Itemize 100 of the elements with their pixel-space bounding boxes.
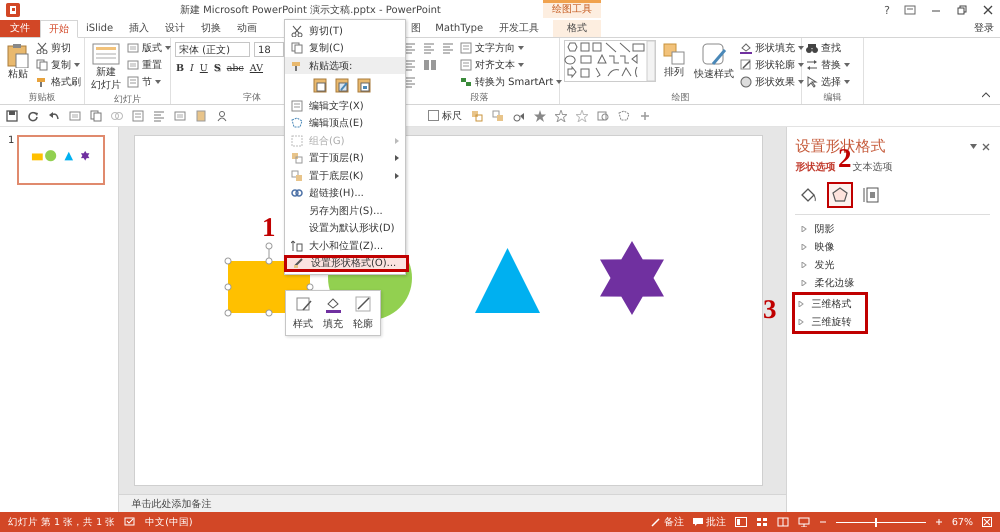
ribbon-tab[interactable]: 动画 bbox=[229, 20, 266, 37]
save-icon[interactable] bbox=[6, 110, 18, 122]
paste-option-button[interactable] bbox=[313, 77, 327, 93]
star-icon[interactable] bbox=[534, 110, 546, 122]
menu-item[interactable]: 设置形状格式(O)... bbox=[284, 254, 409, 272]
grid-icon[interactable] bbox=[471, 110, 483, 122]
paste-option-button[interactable] bbox=[335, 77, 349, 93]
ribbon-tab[interactable]: 格式 bbox=[553, 20, 602, 37]
character-spacing-button[interactable]: AV bbox=[248, 63, 264, 74]
decrease-indent-icon[interactable] bbox=[404, 42, 418, 54]
paste-option-button[interactable] bbox=[357, 77, 371, 93]
notes-button[interactable]: 备注 bbox=[650, 515, 684, 529]
star-icon[interactable] bbox=[576, 110, 588, 122]
text-box-icon[interactable] bbox=[132, 110, 144, 122]
quick-styles-button[interactable]: 快速样式 bbox=[692, 40, 736, 83]
arrange-icon[interactable] bbox=[90, 110, 102, 122]
edit-points-icon[interactable] bbox=[618, 110, 630, 122]
close-icon[interactable] bbox=[982, 5, 994, 15]
slideshow-icon[interactable] bbox=[798, 517, 810, 527]
reset-button[interactable]: 重置 bbox=[127, 57, 171, 72]
shadow-button[interactable]: S bbox=[212, 63, 222, 74]
columns-icon[interactable] bbox=[423, 59, 437, 71]
help-button[interactable]: ? bbox=[884, 4, 890, 16]
pane-tab[interactable]: 形状选项 bbox=[795, 160, 836, 174]
ribbon-tab[interactable]: MathType bbox=[427, 20, 492, 37]
menu-item[interactable]: 大小和位置(Z)... bbox=[285, 237, 405, 254]
mini-toolbar-button[interactable]: 填充 bbox=[321, 296, 345, 331]
mini-toolbar-button[interactable]: 轮廓 bbox=[351, 296, 375, 331]
strikethrough-button[interactable]: abc bbox=[226, 63, 245, 74]
shape-outline-button[interactable]: 形状轮廓 bbox=[740, 57, 804, 72]
language-indicator[interactable]: 中文(中国) bbox=[145, 516, 193, 528]
ribbon-tab[interactable]: 图 bbox=[405, 20, 428, 37]
spelling-icon[interactable] bbox=[124, 517, 136, 527]
collapse-ribbon-icon[interactable] bbox=[982, 92, 990, 98]
reading-view-icon[interactable] bbox=[776, 517, 789, 527]
shape-gallery[interactable] bbox=[564, 40, 656, 82]
section-header[interactable]: 发光 bbox=[795, 256, 990, 274]
triangle-shape[interactable] bbox=[475, 248, 540, 313]
menu-item[interactable]: 复制(C) bbox=[285, 40, 405, 57]
star-icon[interactable] bbox=[555, 110, 567, 122]
zoom-level[interactable]: 67% bbox=[952, 516, 973, 528]
menu-item[interactable]: 另存为图片(S)... bbox=[285, 202, 405, 220]
slide-sorter-icon[interactable] bbox=[756, 517, 768, 527]
section-header[interactable]: 阴影 bbox=[795, 220, 990, 238]
justify-icon[interactable] bbox=[404, 59, 418, 71]
section-header[interactable]: 三维格式 bbox=[795, 295, 866, 313]
sign-in-link[interactable]: 登录 bbox=[968, 20, 1000, 37]
section-header[interactable]: 三维旋转 bbox=[795, 313, 866, 331]
layout-button[interactable]: 版式 bbox=[127, 40, 171, 55]
find-button[interactable]: 查找 bbox=[806, 40, 850, 55]
section-button[interactable]: 节 bbox=[127, 74, 171, 89]
select-button[interactable]: 选择 bbox=[806, 74, 850, 89]
pane-tab[interactable]: 文本选项 bbox=[852, 160, 892, 174]
picture-frame-icon[interactable] bbox=[174, 110, 186, 122]
grid-icon[interactable] bbox=[492, 110, 504, 122]
line-spacing-icon[interactable] bbox=[442, 42, 456, 54]
ribbon-tab[interactable]: 切换 bbox=[193, 20, 230, 37]
shape-icon[interactable] bbox=[597, 110, 609, 122]
slide-thumbnail[interactable] bbox=[17, 135, 106, 185]
fit-to-window-icon[interactable] bbox=[982, 517, 992, 527]
list-icon[interactable] bbox=[153, 110, 165, 122]
section-header[interactable]: 映像 bbox=[795, 238, 990, 256]
menu-item[interactable]: 置于顶层(R) bbox=[285, 150, 405, 167]
shape-fill-button[interactable]: 形状填充 bbox=[740, 40, 804, 55]
repeat-icon[interactable] bbox=[27, 110, 39, 122]
ribbon-tab[interactable]: 开始 bbox=[40, 20, 78, 38]
text-direction-button[interactable]: 文字方向 bbox=[460, 40, 562, 55]
person-icon[interactable] bbox=[216, 110, 228, 122]
cut-button[interactable]: 剪切 bbox=[36, 40, 81, 55]
ribbon-tab[interactable]: 插入 bbox=[121, 20, 158, 37]
zoom-in-icon[interactable] bbox=[934, 518, 943, 526]
mini-toolbar-button[interactable]: 样式 bbox=[291, 296, 315, 331]
replace-button[interactable]: 替换 bbox=[806, 57, 850, 72]
increase-indent-icon[interactable] bbox=[423, 42, 437, 54]
paste-button[interactable]: 粘贴 bbox=[4, 40, 32, 83]
ribbon-tab[interactable]: 开发工具 bbox=[491, 20, 548, 37]
ribbon-tab[interactable]: iSlide bbox=[78, 20, 122, 37]
restore-icon[interactable] bbox=[956, 5, 968, 15]
ruler-checkbox[interactable]: 标尺 bbox=[428, 108, 462, 122]
align-text-button[interactable]: 对齐文本 bbox=[460, 57, 562, 72]
normal-view-icon[interactable] bbox=[734, 517, 747, 527]
arrange-button[interactable]: 排列 bbox=[660, 40, 688, 81]
comments-button[interactable]: 批注 bbox=[692, 515, 726, 529]
close-icon[interactable] bbox=[982, 142, 990, 150]
italic-button[interactable]: I bbox=[189, 63, 195, 74]
file-tab[interactable]: 文件 bbox=[0, 20, 40, 37]
menu-item[interactable]: 编辑文字(X) bbox=[285, 97, 405, 114]
layout-icon[interactable] bbox=[69, 110, 81, 122]
new-slide-button[interactable]: 新建 幻灯片 bbox=[89, 40, 123, 94]
menu-item[interactable]: 剪切(T) bbox=[285, 22, 405, 40]
smartart-button[interactable]: 转换为 SmartArt bbox=[460, 74, 562, 89]
menu-item[interactable]: 设置为默认形状(D) bbox=[285, 220, 405, 237]
section-header[interactable]: 柔化边缘 bbox=[795, 274, 990, 292]
undo-icon[interactable] bbox=[48, 110, 60, 122]
font-size-field[interactable]: 18 bbox=[254, 42, 284, 57]
notes-placeholder[interactable]: 单击此处添加备注 bbox=[131, 496, 212, 510]
star-shape[interactable] bbox=[600, 241, 664, 315]
bullets-icon[interactable] bbox=[404, 76, 418, 88]
underline-button[interactable]: U bbox=[198, 63, 209, 74]
copy-button[interactable]: 复制 bbox=[36, 57, 81, 72]
